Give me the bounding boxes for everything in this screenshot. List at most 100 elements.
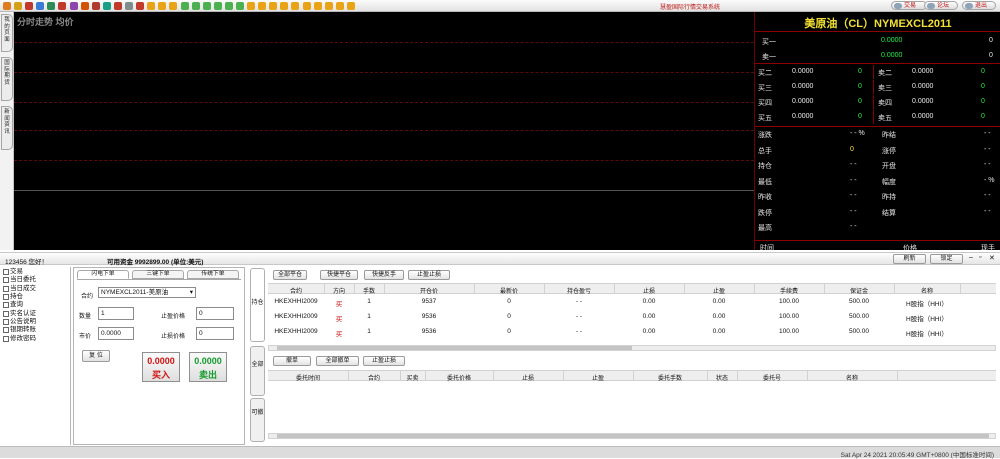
table-row[interactable]: HKEXHHI2009 买 1 9536 0 - - 0.00 0.00 100.00 500.0…	[268, 326, 996, 338]
sell-button[interactable]: 0.0000 卖出	[189, 352, 227, 382]
nav-item[interactable]: 当日成交	[3, 285, 70, 293]
orders-scrollbar[interactable]	[268, 433, 996, 439]
column-header[interactable]: 委托号	[737, 373, 807, 382]
forum-link[interactable]: 论坛	[924, 1, 958, 10]
column-header[interactable]: 买卖	[400, 373, 425, 382]
toolbar-tool-icon[interactable]	[125, 2, 134, 10]
toolbar-tool-icon[interactable]	[291, 2, 300, 10]
toolbar-tool-icon[interactable]	[58, 2, 67, 10]
nav-item[interactable]: 当日委托	[3, 276, 70, 284]
positions-action-button[interactable]: 快捷反手	[364, 270, 404, 280]
column-header[interactable]: 止损	[614, 286, 684, 295]
intraday-chart[interactable]: 分时走势 均价	[14, 12, 754, 250]
toolbar-tool-icon[interactable]	[335, 2, 344, 10]
reset-button[interactable]: 复 位	[82, 350, 110, 362]
toolbar-tool-icon[interactable]	[136, 2, 145, 10]
column-header[interactable]: 委托时间	[268, 373, 348, 382]
toolbar-tool-icon[interactable]	[191, 2, 200, 10]
column-header[interactable]: 方向	[324, 286, 354, 295]
column-header[interactable]: 合约	[348, 373, 400, 382]
toolbar-tool-icon[interactable]	[269, 2, 278, 10]
toolbar-tool-icon[interactable]	[25, 2, 34, 10]
toolbar-tool-icon[interactable]	[258, 2, 267, 10]
toolbar-tool-icon[interactable]	[36, 2, 45, 10]
toolbar-tool-icon[interactable]	[224, 2, 233, 10]
scroll-thumb[interactable]	[277, 346, 632, 350]
orders-action-button[interactable]: 全部撤单	[316, 356, 359, 366]
positions-action-button[interactable]: 止盈止损	[408, 270, 450, 280]
toolbar-tool-icon[interactable]	[324, 2, 333, 10]
nav-item[interactable]: 持仓	[3, 293, 70, 301]
toolbar-tool-icon[interactable]	[280, 2, 289, 10]
toolbar-tool-icon[interactable]	[247, 2, 256, 10]
nav-item[interactable]: 银期转账	[3, 326, 70, 334]
toolbar-tool-icon[interactable]	[158, 2, 167, 10]
toolbar-tool-icon[interactable]	[302, 2, 311, 10]
toolbar-tool-icon[interactable]	[180, 2, 189, 10]
nav-item[interactable]: 修改密码	[3, 334, 70, 342]
column-header[interactable]: 手续费	[754, 286, 824, 295]
nav-item[interactable]: 公告说明	[3, 318, 70, 326]
minimize-icon[interactable]: –	[969, 254, 973, 261]
column-header[interactable]: 状态	[707, 373, 737, 382]
exit-link[interactable]: 退出	[962, 1, 996, 10]
close-icon[interactable]: ✕	[989, 254, 995, 262]
take-profit-input[interactable]: 0	[196, 307, 234, 320]
nav-item[interactable]: 查询	[3, 301, 70, 309]
table-row[interactable]: HKEXHHI2009 买 1 9537 0 - - 0.00 0.00 100.00 500.0…	[268, 296, 996, 308]
toolbar-tool-icon[interactable]	[147, 2, 156, 10]
column-header[interactable]: 止盈	[684, 286, 754, 295]
column-header[interactable]: 止盈	[563, 373, 633, 382]
tab-three-key-order[interactable]: 三键下单	[132, 270, 184, 279]
column-header[interactable]: 手数	[354, 286, 384, 295]
table-row[interactable]: HKEXHHI2009 买 1 9536 0 - - 0.00 0.00 100.00 500.0…	[268, 311, 996, 323]
column-header[interactable]: 名称	[894, 286, 960, 295]
column-header[interactable]: 委托手数	[633, 373, 707, 382]
buy-button[interactable]: 0.0000 买入	[142, 352, 180, 382]
quantity-input[interactable]: 1	[98, 307, 134, 320]
tab-cancellable[interactable]: 可撤	[250, 398, 265, 442]
column-header[interactable]: 开仓价	[384, 286, 474, 295]
column-header[interactable]: 名称	[807, 373, 897, 382]
nav-item[interactable]: 实名认证	[3, 309, 70, 317]
toolbar-tool-icon[interactable]	[113, 2, 122, 10]
column-header[interactable]: 止损	[493, 373, 563, 382]
scroll-thumb[interactable]	[277, 434, 989, 438]
toolbar-tool-icon[interactable]	[3, 2, 11, 10]
trade-link[interactable]: 交易	[891, 1, 927, 10]
orders-action-button[interactable]: 止盈止损	[363, 356, 405, 366]
price-input[interactable]: 0.0000	[98, 327, 134, 340]
column-header[interactable]: 持仓盈亏	[544, 286, 614, 295]
column-header[interactable]: 合约	[268, 286, 324, 295]
orders-action-button[interactable]: 撤单	[273, 356, 311, 366]
toolbar-tool-icon[interactable]	[313, 2, 322, 10]
tab-my-page[interactable]: 我的页面	[1, 14, 13, 52]
positions-scrollbar[interactable]	[268, 345, 996, 351]
positions-action-button[interactable]: 全部平仓	[273, 270, 307, 280]
restore-icon[interactable]: ▫	[979, 254, 981, 261]
lock-button[interactable]: 锁定	[930, 254, 963, 264]
toolbar-tool-icon[interactable]	[80, 2, 89, 10]
tab-intl-futures[interactable]: 国际期货	[1, 57, 13, 101]
tab-news[interactable]: 新闻资讯	[1, 106, 13, 150]
contract-select[interactable]: NYMEXCL2011-美原油 ▾	[98, 287, 196, 298]
toolbar-tool-icon[interactable]	[14, 2, 23, 10]
toolbar-tool-icon[interactable]	[47, 2, 56, 10]
tab-positions[interactable]: 持仓	[250, 268, 265, 342]
tab-all-orders[interactable]: 全部	[250, 346, 265, 396]
column-header[interactable]: 委托价格	[425, 373, 493, 382]
tab-classic-order[interactable]: 传统下单	[187, 270, 239, 279]
positions-action-button[interactable]: 快捷平仓	[320, 270, 358, 280]
stop-loss-input[interactable]: 0	[196, 327, 234, 340]
toolbar-tool-icon[interactable]	[346, 2, 355, 10]
toolbar-tool-icon[interactable]	[102, 2, 111, 10]
tab-flash-order[interactable]: 闪电下单	[77, 270, 129, 279]
toolbar-tool-icon[interactable]	[213, 2, 222, 10]
column-header[interactable]: 保证金	[824, 286, 894, 295]
toolbar-tool-icon[interactable]	[235, 2, 244, 10]
refresh-button[interactable]: 刷新	[893, 254, 926, 264]
toolbar-tool-icon[interactable]	[91, 2, 100, 10]
toolbar-tool-icon[interactable]	[202, 2, 211, 10]
column-header[interactable]: 最新价	[474, 286, 544, 295]
toolbar-tool-icon[interactable]	[69, 2, 78, 10]
